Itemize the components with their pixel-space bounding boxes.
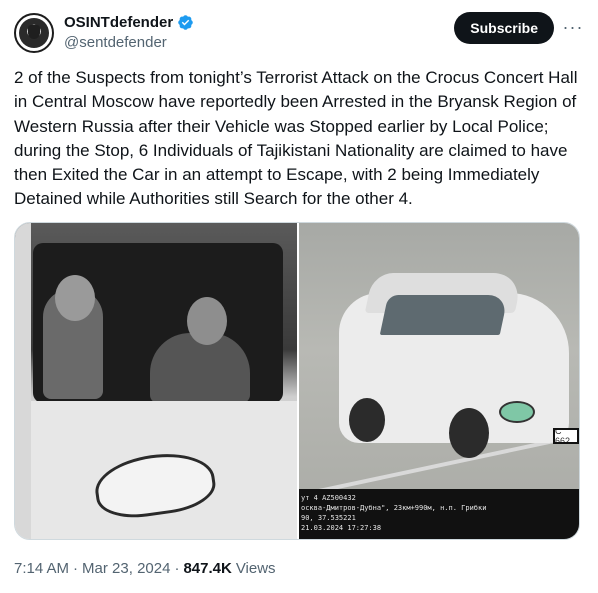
photo-left-edge bbox=[15, 223, 31, 539]
tweet-date[interactable]: Mar 23, 2024 bbox=[82, 560, 170, 577]
avatar-emblem bbox=[28, 25, 40, 39]
photo-person-2-head bbox=[187, 297, 227, 345]
photo-license-plate: С 662 bbox=[553, 428, 579, 444]
author-names: OSINTdefender @sentdefender bbox=[64, 12, 194, 51]
tweet-time[interactable]: 7:14 AM bbox=[14, 560, 69, 577]
photo-car-wheel-front bbox=[349, 398, 385, 442]
camera-overlay-line-2: осква-Дмитров-Дубна", 23км+990м, н.п. Гр… bbox=[301, 504, 487, 512]
photo-car-headlight bbox=[499, 401, 535, 423]
tweet-meta: 7:14 AM · Mar 23, 2024 · 847.4K Views bbox=[14, 560, 276, 577]
photo-person-1-head bbox=[55, 275, 95, 321]
author-handle[interactable]: @sentdefender bbox=[64, 34, 194, 51]
views-count[interactable]: 847.4K bbox=[183, 560, 231, 577]
more-horizontal-icon[interactable]: ··· bbox=[562, 16, 584, 38]
camera-overlay-line-5: 21.03.2024 17:27:38 bbox=[301, 524, 382, 532]
meta-separator: · bbox=[73, 560, 79, 577]
verified-badge-icon[interactable] bbox=[177, 14, 194, 31]
display-name[interactable]: OSINTdefender bbox=[64, 14, 173, 31]
views-label: Views bbox=[235, 560, 276, 577]
display-name-row: OSINTdefender bbox=[64, 12, 194, 32]
photo-car-window bbox=[379, 295, 509, 335]
camera-overlay: ут 4 AZ500432 осква-Дмитров-Дубна", 23км… bbox=[299, 489, 579, 539]
tweet-media: С 662 ут 4 AZ500432 осква-Дмитров-Дубна"… bbox=[14, 222, 580, 540]
subscribe-button[interactable]: Subscribe bbox=[454, 12, 554, 44]
camera-overlay-line-4: 90, 37.535221 bbox=[301, 514, 356, 522]
avatar[interactable] bbox=[14, 13, 54, 53]
meta-separator-2: · bbox=[174, 560, 180, 577]
photo-car-wheel-rear bbox=[449, 408, 489, 458]
media-photo-right[interactable]: С 662 ут 4 AZ500432 осква-Дмитров-Дубна"… bbox=[299, 223, 579, 539]
media-photo-left[interactable] bbox=[15, 223, 297, 539]
tweet-header: OSINTdefender @sentdefender Subscribe ··… bbox=[14, 12, 584, 56]
tweet-text: 2 of the Suspects from tonight’s Terrori… bbox=[14, 68, 578, 209]
camera-overlay-line-1: ут 4 AZ500432 bbox=[301, 494, 356, 502]
